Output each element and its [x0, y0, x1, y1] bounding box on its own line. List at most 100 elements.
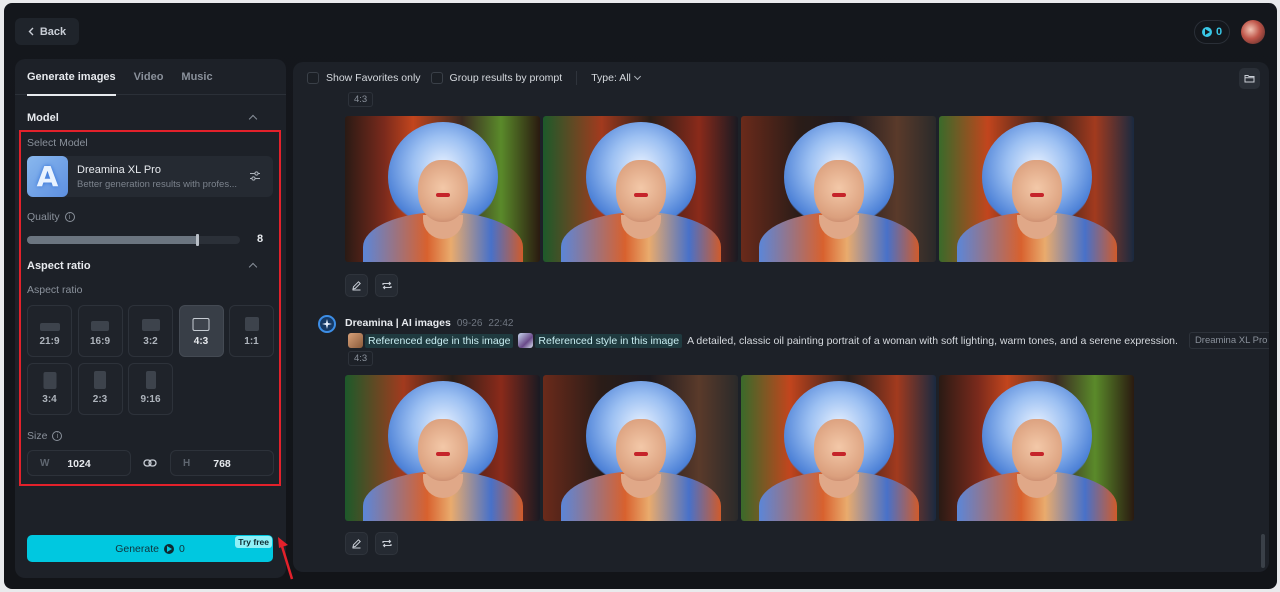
model-section-title: Model: [27, 112, 59, 124]
generated-image[interactable]: [543, 375, 738, 521]
aspect-option-3-4[interactable]: 3:4: [27, 363, 72, 415]
model-logo-icon: A: [27, 156, 68, 197]
generated-image[interactable]: [741, 116, 936, 262]
link-ratio-icon[interactable]: [143, 457, 157, 469]
sliders-settings-icon[interactable]: [249, 170, 261, 182]
generated-image[interactable]: [345, 116, 540, 262]
portrait-face: [615, 159, 666, 222]
message-time: 22:42: [488, 318, 514, 329]
collapse-aspect-chevron-icon[interactable]: [248, 262, 258, 272]
back-label: Back: [39, 25, 67, 38]
aspect-option-label: 3:4: [42, 394, 57, 405]
checkbox-box[interactable]: [307, 72, 319, 84]
portrait-lips: [831, 452, 846, 457]
aspect-option-label: 4:3: [193, 336, 209, 347]
pencil-icon: [352, 281, 361, 291]
aspect-shape-icon: [94, 371, 106, 389]
generate-button[interactable]: Generate 0 Try free: [27, 535, 273, 562]
show-favorites-label: Show Favorites only: [326, 72, 421, 84]
select-model-label: Select Model: [27, 137, 88, 149]
ref-style-label[interactable]: Referenced style in this image: [535, 333, 683, 348]
credit-coin-icon: [163, 543, 174, 554]
message-header: Dreamina | AI images 09-26 22:42: [345, 317, 513, 329]
ref-edge-label[interactable]: Referenced edge in this image: [365, 333, 514, 348]
regenerate-button[interactable]: [375, 274, 398, 297]
quality-slider[interactable]: [27, 234, 240, 246]
height-input[interactable]: H 768: [170, 450, 274, 476]
width-input[interactable]: W 1024: [27, 450, 131, 476]
checkbox-box[interactable]: [430, 72, 443, 84]
aspect-option-2-3[interactable]: 2:3: [77, 363, 123, 415]
show-favorites-checkbox[interactable]: Show Favorites only: [307, 72, 421, 84]
mode-tabs: Generate images Video Music: [15, 59, 286, 96]
model-name: Dreamina XL Pro: [77, 164, 161, 176]
aspect-shape-icon: [39, 323, 60, 331]
folder-button[interactable]: [1239, 68, 1260, 89]
chevron-left-icon: [28, 27, 34, 36]
info-icon[interactable]: i: [64, 212, 75, 222]
scrollbar-thumb[interactable]: [1261, 534, 1265, 568]
aspect-option-9-16[interactable]: 9:16: [128, 363, 173, 415]
back-button[interactable]: Back: [15, 18, 79, 45]
aspect-option-1-1[interactable]: 1:1: [229, 305, 274, 357]
aspect-option-16-9[interactable]: 16:9: [77, 305, 123, 357]
size-label: Size i: [27, 430, 63, 442]
generated-image[interactable]: [543, 116, 738, 262]
ratio-tag: 4:3: [348, 351, 374, 366]
user-avatar[interactable]: [1241, 20, 1265, 44]
aspect-shape-icon: [91, 321, 109, 331]
image-row: [345, 116, 1134, 262]
generated-image[interactable]: [741, 375, 936, 521]
aspect-shape-icon: [192, 318, 210, 331]
tab-generate-images[interactable]: Generate images: [27, 59, 116, 96]
repeat-icon: [381, 281, 392, 290]
aspect-option-label: 21:9: [39, 336, 60, 347]
generated-image[interactable]: [939, 375, 1134, 521]
portrait-face: [1011, 418, 1062, 481]
type-dropdown[interactable]: Type: All: [591, 72, 641, 84]
model-description: Better generation results with profes...: [77, 179, 237, 190]
prompt-text: A detailed, classic oil painting portrai…: [687, 334, 1178, 347]
aspect-shape-icon: [141, 319, 160, 331]
aspect-option-4-3[interactable]: 4:3: [178, 305, 224, 357]
quality-label-text: Quality: [27, 211, 60, 223]
quality-slider-fill: [27, 236, 198, 244]
model-selector[interactable]: A Dreamina XL Pro Better generation resu…: [27, 156, 273, 197]
quality-value: 8: [257, 233, 264, 245]
aspect-ratio-label: Aspect ratio: [27, 284, 83, 296]
image-row: [345, 375, 1134, 521]
portrait-lips: [435, 193, 450, 198]
message-author: Dreamina | AI images: [345, 317, 451, 329]
type-dropdown-label: Type: All: [591, 72, 631, 84]
collapse-model-chevron-icon[interactable]: [248, 114, 258, 124]
generated-image[interactable]: [939, 116, 1134, 262]
group-by-prompt-checkbox[interactable]: Group results by prompt: [430, 72, 563, 84]
portrait-face: [813, 159, 864, 222]
generate-label: Generate: [115, 542, 159, 555]
generated-image[interactable]: [345, 375, 540, 521]
info-icon[interactable]: i: [52, 431, 63, 441]
portrait-face: [615, 418, 666, 481]
aspect-option-label: 16:9: [89, 336, 110, 347]
tab-music[interactable]: Music: [181, 59, 212, 95]
ref-style-thumbnail: [518, 333, 534, 348]
aspect-shape-icon: [43, 372, 56, 389]
ref-edge-chip[interactable]: Referenced edge in this image: [348, 333, 514, 348]
generate-cost: 0: [178, 542, 185, 555]
edit-button[interactable]: [345, 274, 368, 297]
edit-button[interactable]: [345, 532, 368, 555]
portrait-face: [417, 159, 468, 222]
aspect-option-label: 3:2: [143, 336, 158, 347]
aspect-option-21-9[interactable]: 21:9: [27, 305, 72, 357]
regenerate-button[interactable]: [375, 532, 398, 555]
tab-video[interactable]: Video: [134, 59, 164, 95]
quality-slider-thumb[interactable]: [196, 234, 200, 246]
ref-style-chip[interactable]: Referenced style in this image: [518, 333, 683, 348]
credits-badge[interactable]: 0: [1194, 20, 1230, 44]
portrait-face: [813, 418, 864, 481]
aspect-option-3-2[interactable]: 3:2: [128, 305, 173, 357]
sparkle-icon: [322, 319, 332, 329]
group-by-prompt-label: Group results by prompt: [449, 72, 563, 84]
portrait-lips: [633, 452, 648, 457]
portrait-face: [417, 418, 468, 481]
